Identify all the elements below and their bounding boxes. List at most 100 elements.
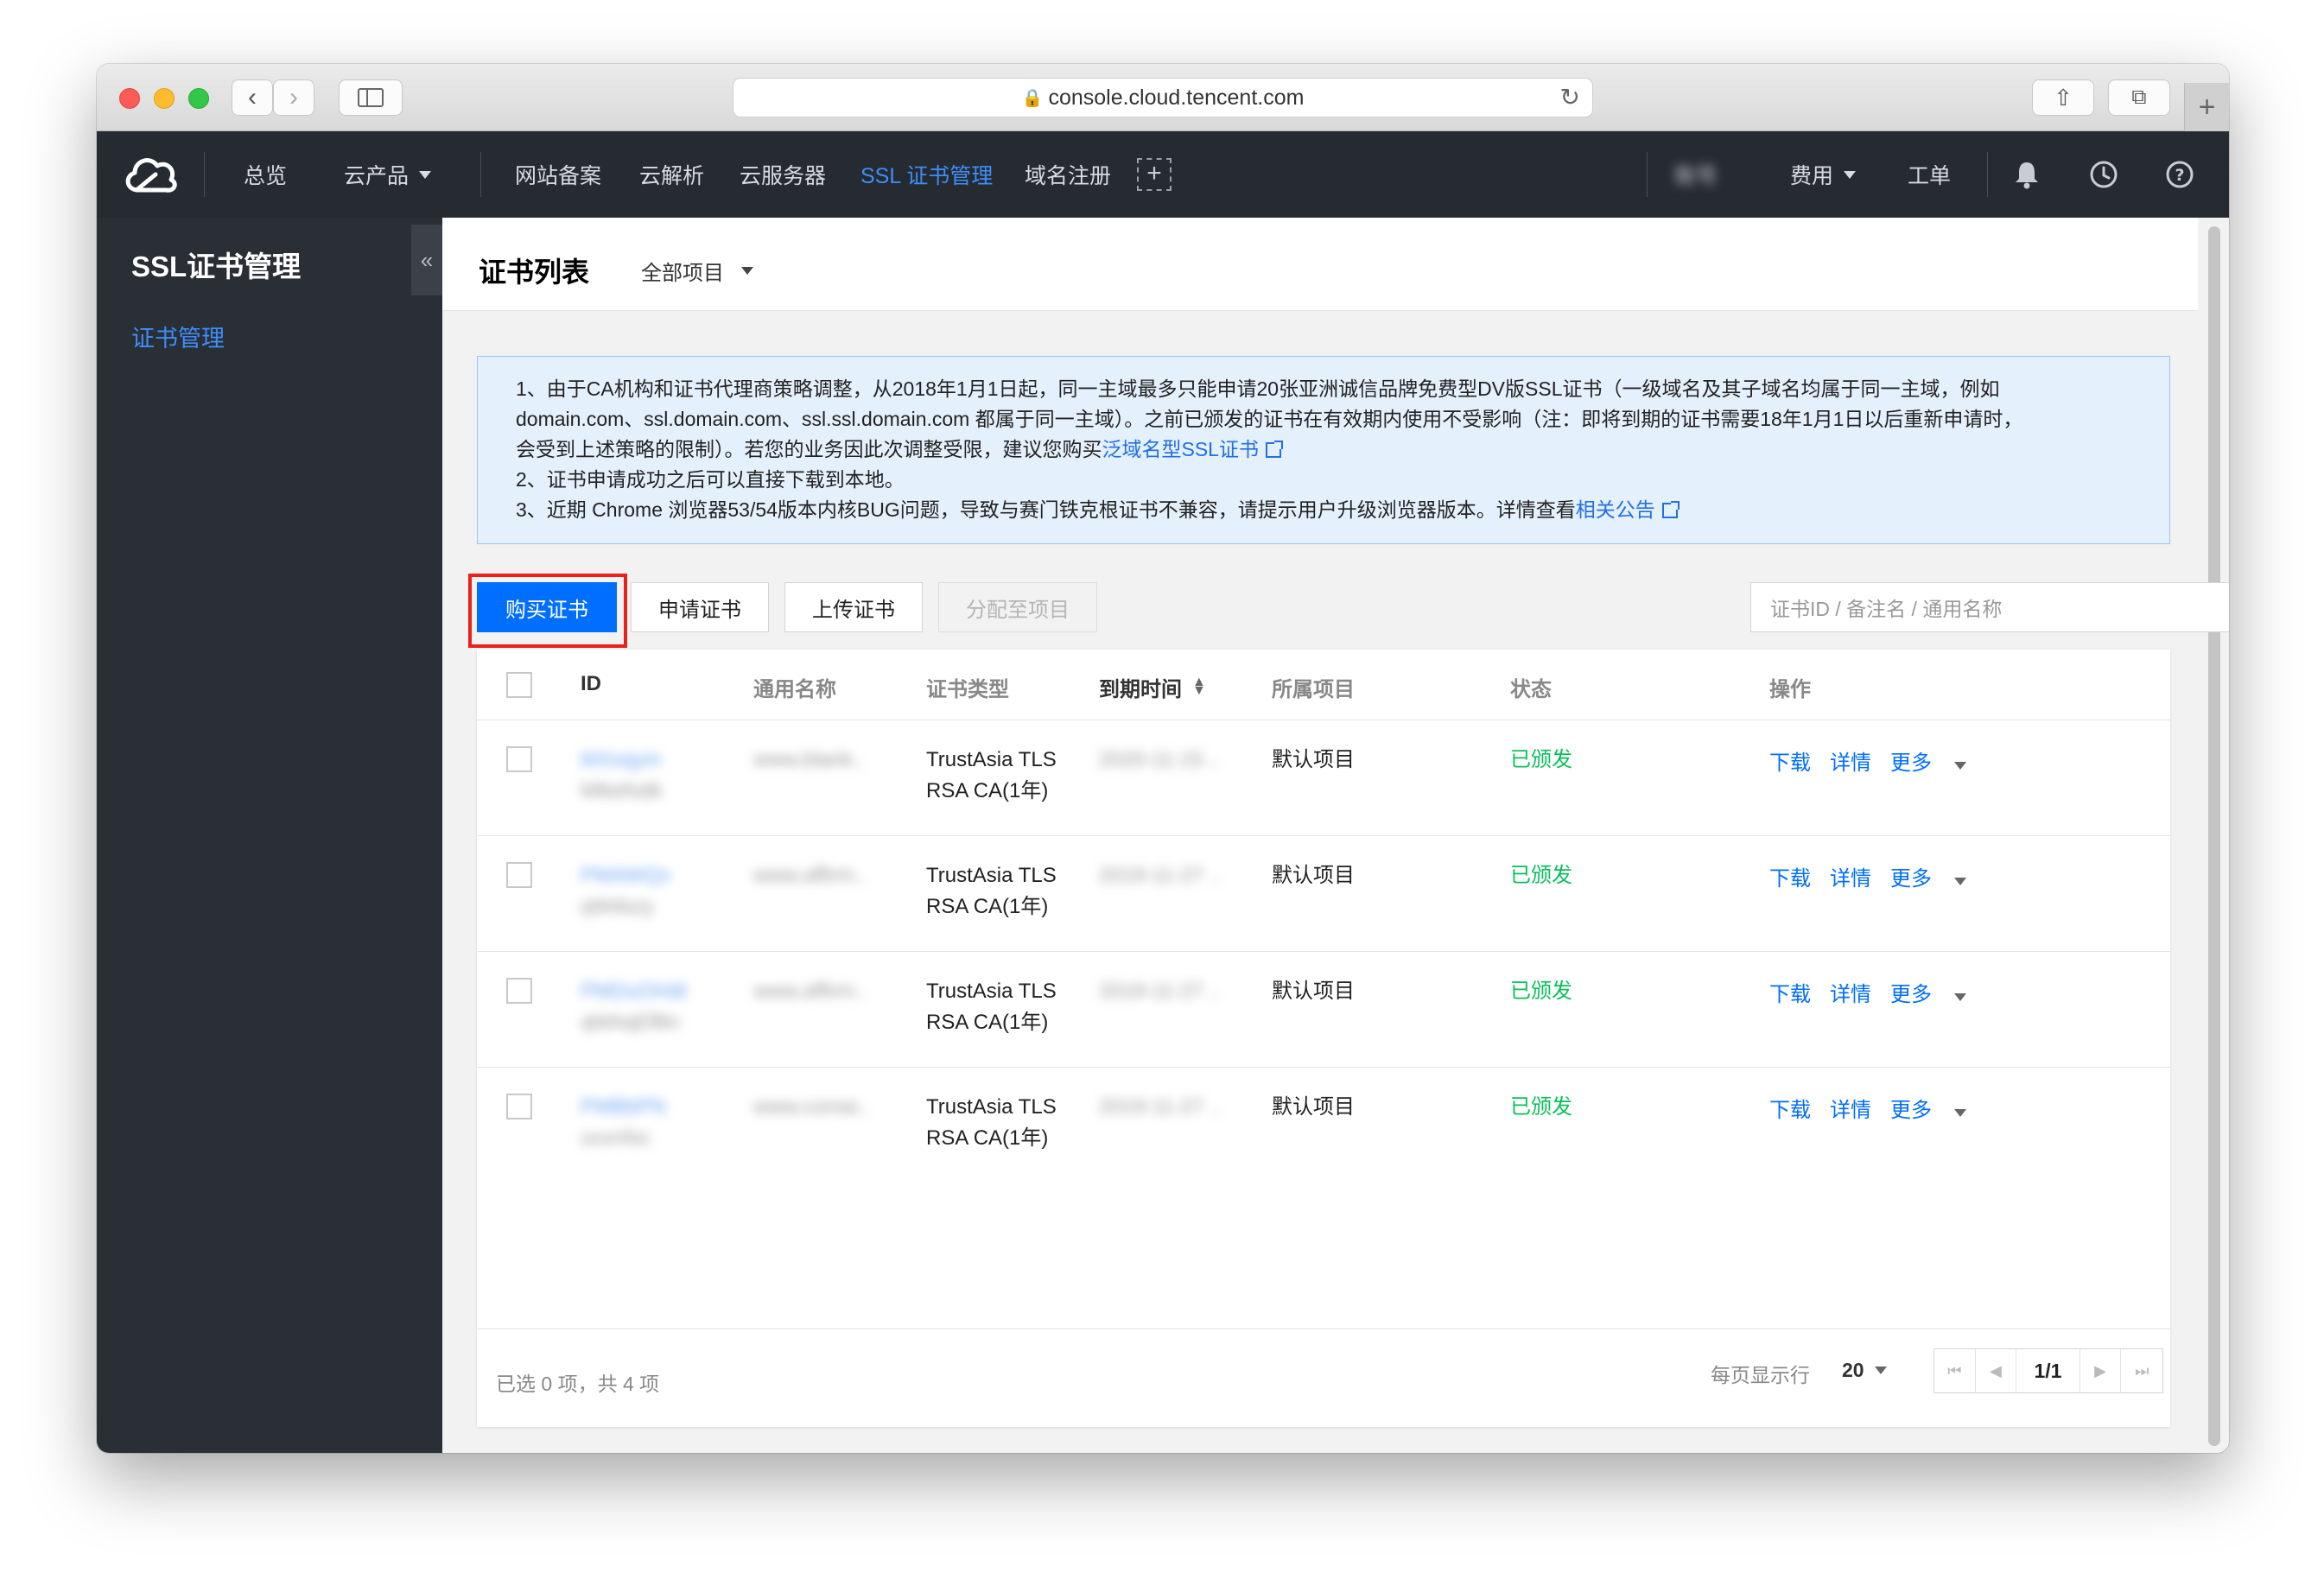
first-page-button[interactable]: ⏮ <box>1934 1349 1976 1392</box>
forward-button[interactable]: › <box>273 79 314 116</box>
detail-link[interactable]: 详情 <box>1830 983 1871 1006</box>
col-expiry[interactable]: 到期时间 ▲ ▼ <box>1099 672 1206 702</box>
minimize-window-button[interactable] <box>154 88 175 109</box>
last-page-button[interactable]: ⏭ <box>2121 1349 2162 1392</box>
nav-cvm[interactable]: 云服务器 <box>740 131 826 218</box>
prev-page-button[interactable]: ◀ <box>1976 1349 2017 1392</box>
upload-certificate-button[interactable]: 上传证书 <box>784 582 923 632</box>
browser-toolbar: ‹ › 🔒 console.cloud.tencent.com ↻ ⇧ ⧉ + <box>97 64 2229 131</box>
cert-id[interactable]: PMAWQv qWdszy <box>581 860 670 923</box>
buy-certificate-button[interactable]: 购买证书 <box>477 582 617 632</box>
tencent-cloud-logo[interactable] <box>121 131 180 218</box>
cert-id[interactable]: MXxqym Mlkefsdk <box>581 745 663 807</box>
download-link[interactable]: 下载 <box>1769 867 1811 891</box>
cert-id[interactable]: PMBbPN uvxnfsc <box>581 1092 666 1154</box>
new-tab-button[interactable]: + <box>2184 83 2229 131</box>
page-title: 证书列表 <box>479 257 590 288</box>
wildcard-cert-link[interactable]: 泛域名型SSL证书 <box>1102 438 1259 460</box>
table-row: PMBbPN uvxnfsc www.conse.. TrustAsia TLS R… <box>477 1068 2170 1183</box>
cert-expiry: 2019-11-27 .. <box>1099 864 1221 887</box>
certificate-table: ID 通用名称 证书类型 到期时间 ▲ ▼ 所属项目 状态 操作 MXxqym Mlk… <box>477 650 2170 1427</box>
search-placeholder: 证书ID / 备注名 / 通用名称 <box>1770 598 2003 620</box>
sidebar-title: SSL证书管理 <box>131 250 302 282</box>
row-checkbox[interactable] <box>506 862 532 888</box>
status-badge: 已颁发 <box>1510 1095 1572 1119</box>
download-link[interactable]: 下载 <box>1769 983 1811 1006</box>
cert-type-line2: RSA CA(1年) <box>926 1126 1049 1150</box>
row-checkbox[interactable] <box>506 1094 532 1119</box>
download-link[interactable]: 下载 <box>1769 751 1811 775</box>
cert-type-line1: TrustAsia TLS <box>926 980 1057 1003</box>
search-input[interactable]: 证书ID / 备注名 / 通用名称 <box>1750 582 2229 632</box>
col-common-name: 通用名称 <box>753 678 836 701</box>
cert-id-link[interactable]: PMBbPN <box>581 1092 666 1123</box>
nav-ticket[interactable]: 工单 <box>1908 131 1951 218</box>
assign-to-project-button[interactable]: 分配至项目 <box>938 582 1097 632</box>
status-badge: 已颁发 <box>1510 980 1572 1003</box>
cert-id[interactable]: PMDuOHdt qMAqEfBn <box>581 976 687 1038</box>
sort-icon[interactable]: ▲ ▼ <box>1192 675 1206 698</box>
select-all-checkbox[interactable] <box>506 672 532 698</box>
tabs-overview-button[interactable]: ⧉ <box>2108 79 2170 116</box>
nav-billing[interactable]: 费用 <box>1790 131 1857 218</box>
bell-icon[interactable] <box>2013 131 2041 218</box>
nav-overview[interactable]: 总览 <box>244 131 287 218</box>
table-header: ID 通用名称 证书类型 到期时间 ▲ ▼ 所属项目 状态 操作 <box>477 650 2170 720</box>
more-dropdown[interactable]: 更多 <box>1890 983 1985 1006</box>
address-bar[interactable]: 🔒 console.cloud.tencent.com ↻ <box>733 78 1593 117</box>
apply-certificate-button[interactable]: 申请证书 <box>631 582 769 632</box>
nav-products[interactable]: 云产品 <box>344 131 432 218</box>
chevron-left-icon: ‹ <box>248 83 257 111</box>
back-button[interactable]: ‹ <box>232 79 273 116</box>
nav-dns[interactable]: 云解析 <box>639 131 704 218</box>
detail-link[interactable]: 详情 <box>1830 867 1871 891</box>
more-dropdown[interactable]: 更多 <box>1890 867 1985 891</box>
nav-domain[interactable]: 域名注册 <box>1025 131 1111 218</box>
cert-type-line1: TrustAsia TLS <box>926 1095 1057 1119</box>
cert-id-link[interactable]: PMDuOHdt <box>581 976 687 1007</box>
clock-icon[interactable] <box>2089 131 2118 218</box>
table-toolbar: 购买证书 申请证书 上传证书 分配至项目 证书ID / 备注名 / 通用名称 <box>468 574 2229 648</box>
page-header: 证书列表 全部项目 <box>442 218 2198 311</box>
notice-line-1a: 1、由于CA机构和证书代理商策略调整，从2018年1月1日起，同一主域最多只能申… <box>516 377 2000 400</box>
scrollbar-thumb[interactable] <box>2208 226 2220 1446</box>
row-checkbox[interactable] <box>506 978 532 1004</box>
share-button[interactable]: ⇧ <box>2032 79 2094 116</box>
cert-id-link[interactable]: MXxqym <box>581 745 663 776</box>
per-page-label: 每页显示行 <box>1711 1364 1810 1386</box>
more-dropdown[interactable]: 更多 <box>1890 751 1985 775</box>
more-dropdown[interactable]: 更多 <box>1890 1099 1985 1122</box>
cert-type: TrustAsia TLS RSA CA(1年) <box>926 976 1057 1038</box>
sidebar-item-cert-management[interactable]: 证书管理 <box>131 320 225 353</box>
page-scrollbar[interactable] <box>2207 226 2222 1453</box>
reload-icon[interactable]: ↻ <box>1560 83 1580 111</box>
row-checkbox[interactable] <box>506 746 532 772</box>
download-link[interactable]: 下载 <box>1769 1099 1811 1122</box>
col-operations: 操作 <box>1769 678 1811 701</box>
cert-alias: Mlkefsdk <box>581 779 663 802</box>
account-name[interactable]: 账号 <box>1674 131 1718 218</box>
nav-ssl[interactable]: SSL 证书管理 <box>860 131 993 218</box>
detail-link[interactable]: 详情 <box>1830 751 1871 775</box>
next-page-button[interactable]: ▶ <box>2080 1349 2122 1392</box>
chevron-down-icon <box>1874 1367 1887 1374</box>
announcement-link[interactable]: 相关公告 <box>1576 498 1655 521</box>
cert-project: 默认项目 <box>1272 864 1355 887</box>
col-id: ID <box>581 672 601 695</box>
zoom-window-button[interactable] <box>188 88 209 109</box>
chevron-down-icon <box>1954 762 1966 770</box>
cert-id-link[interactable]: PMAWQv <box>581 860 670 891</box>
more-label: 更多 <box>1890 1099 1932 1122</box>
double-chevron-left-icon: « <box>420 246 434 273</box>
sidebar-icon <box>358 88 384 107</box>
nav-icp-filing[interactable]: 网站备案 <box>515 131 601 218</box>
project-filter-dropdown[interactable]: 全部项目 <box>641 256 753 286</box>
cert-common-name: www.blank.. <box>753 748 865 771</box>
per-page-select[interactable]: 20 <box>1842 1359 1887 1382</box>
help-icon[interactable]: ? <box>2165 131 2194 218</box>
detail-link[interactable]: 详情 <box>1830 1099 1871 1122</box>
sidebar-collapse-button[interactable]: « <box>411 225 442 295</box>
add-shortcut-button[interactable]: + <box>1137 131 1172 218</box>
sidebar-toggle-button[interactable] <box>339 79 403 116</box>
close-window-button[interactable] <box>119 88 140 109</box>
